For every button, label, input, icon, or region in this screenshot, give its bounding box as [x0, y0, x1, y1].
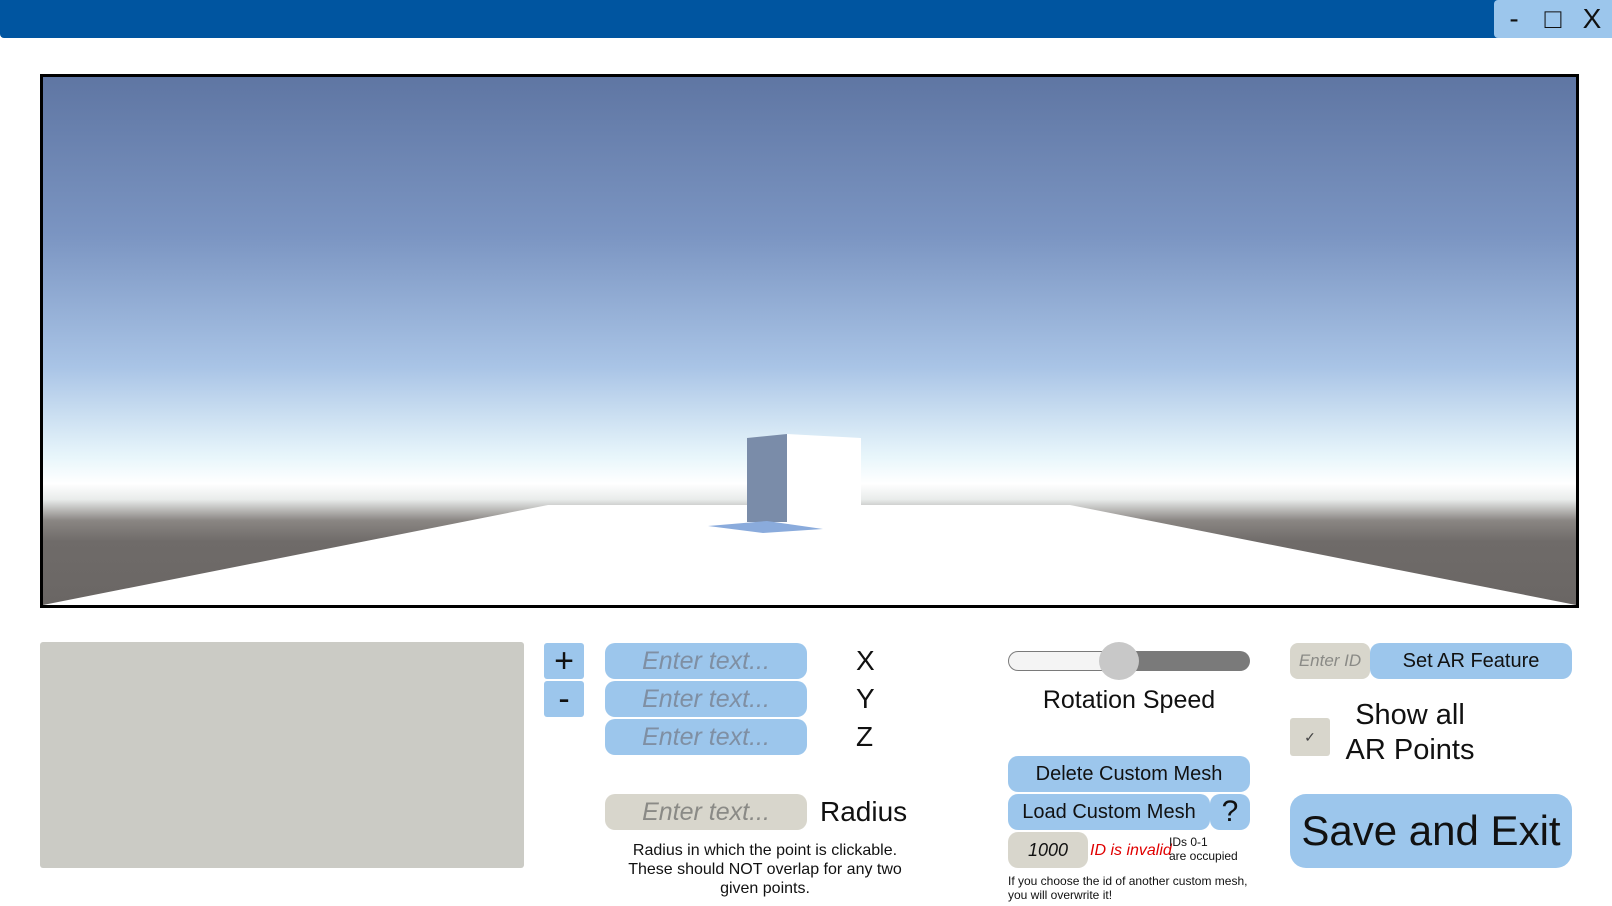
- remove-point-button[interactable]: -: [544, 679, 584, 718]
- mesh-id-input[interactable]: 1000: [1008, 832, 1088, 868]
- show-ar-points-line: Show all: [1355, 699, 1465, 731]
- load-custom-mesh-button[interactable]: Load Custom Mesh: [1008, 794, 1210, 830]
- y-input[interactable]: [605, 680, 807, 718]
- set-ar-feature-label: Set AR Feature: [1402, 649, 1540, 672]
- y-label: Y: [856, 683, 875, 714]
- mesh-id-value: 1000: [1027, 839, 1069, 860]
- close-button[interactable]: X: [1572, 0, 1612, 38]
- ar-id-input-text[interactable]: [1290, 642, 1370, 680]
- radius-label: Radius: [820, 796, 908, 827]
- minimize-icon: -: [1509, 3, 1519, 34]
- mesh-overwrite-warning: If you choose the id of another custom m…: [1008, 874, 1247, 902]
- z-label: Z: [856, 721, 874, 752]
- add-point-button[interactable]: +: [544, 641, 584, 680]
- radius-help-line: These should NOT overlap for any two: [628, 861, 902, 878]
- mesh-warning-line: you will overwrite it!: [1008, 888, 1113, 902]
- mesh-ids-note-line: IDs 0-1: [1169, 835, 1208, 849]
- load-custom-mesh-label: Load Custom Mesh: [1022, 800, 1196, 823]
- cube-side: [747, 434, 787, 522]
- maximize-button[interactable]: □: [1534, 0, 1572, 38]
- radius-input-text[interactable]: [605, 793, 807, 831]
- z-input[interactable]: [605, 718, 807, 756]
- rotation-speed-label: Rotation Speed: [1042, 686, 1216, 714]
- minimize-button[interactable]: -: [1494, 0, 1534, 38]
- maximize-icon: □: [1544, 3, 1562, 34]
- question-icon: ?: [1221, 795, 1239, 828]
- radius-input[interactable]: [605, 793, 807, 831]
- scene-render: [43, 434, 1576, 605]
- radius-help-line: Radius in which the point is clickable.: [632, 842, 898, 859]
- plus-icon: +: [554, 641, 574, 680]
- show-ar-points-label: Show all AR Points: [1340, 698, 1480, 768]
- minus-icon: -: [558, 679, 570, 718]
- preview-panel: [40, 642, 524, 868]
- y-input-text[interactable]: [605, 680, 807, 718]
- cube-front: [787, 434, 861, 522]
- scene-viewport[interactable]: [40, 74, 1579, 608]
- mesh-id-status: ID is invalid: [1090, 842, 1172, 859]
- title-bar: [0, 0, 1612, 38]
- save-and-exit-label: Save and Exit: [1301, 807, 1561, 854]
- save-and-exit-button[interactable]: Save and Exit: [1290, 794, 1572, 868]
- rotation-slider-handle[interactable]: [1099, 642, 1140, 680]
- set-ar-feature-button[interactable]: Set AR Feature: [1370, 643, 1572, 679]
- z-input-text[interactable]: [605, 718, 807, 756]
- close-icon: X: [1582, 3, 1602, 34]
- ar-id-input[interactable]: [1290, 642, 1370, 680]
- x-label: X: [856, 645, 875, 676]
- x-input[interactable]: [605, 642, 807, 680]
- mesh-warning-line: If you choose the id of another custom m…: [1008, 874, 1248, 888]
- checkmark-icon: ✓: [1304, 728, 1316, 745]
- show-ar-points-line: AR Points: [1345, 734, 1475, 766]
- delete-custom-mesh-button[interactable]: Delete Custom Mesh: [1008, 756, 1250, 792]
- mesh-ids-note: IDs 0-1 are occupied: [1169, 835, 1238, 863]
- mesh-ids-note-line: are occupied: [1169, 849, 1238, 863]
- show-ar-points-checkbox[interactable]: ✓: [1290, 718, 1330, 756]
- delete-custom-mesh-label: Delete Custom Mesh: [1035, 762, 1223, 785]
- radius-help-text: Radius in which the point is clickable. …: [600, 841, 930, 898]
- radius-help-line: given points.: [720, 880, 810, 897]
- mesh-help-button[interactable]: ?: [1210, 794, 1250, 830]
- x-input-text[interactable]: [605, 642, 807, 680]
